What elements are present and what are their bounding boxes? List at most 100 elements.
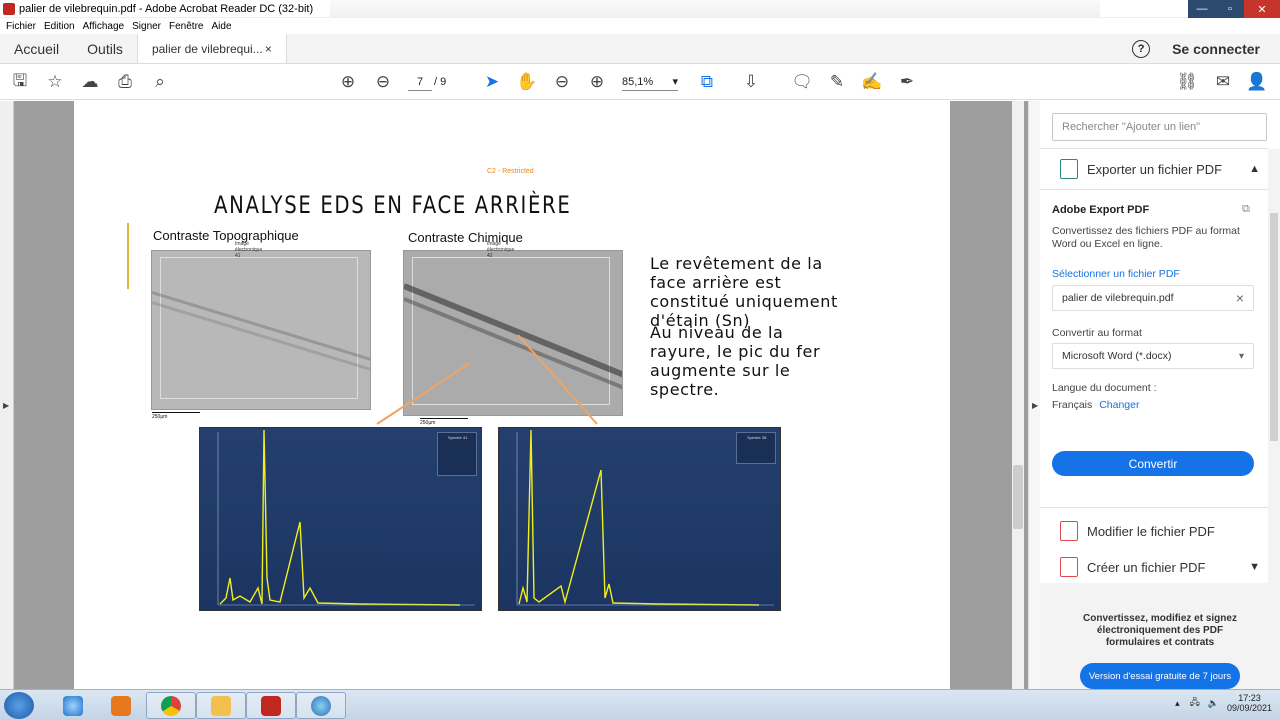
- document-scroll-thumb[interactable]: [1013, 465, 1023, 529]
- taskbar-app[interactable]: [296, 692, 346, 719]
- chevron-up-icon[interactable]: ▲: [1249, 163, 1260, 175]
- document-scrollbar[interactable]: [1012, 101, 1024, 689]
- close-window-button[interactable]: ✕: [1244, 0, 1280, 18]
- volume-icon[interactable]: 🔈: [1208, 698, 1219, 709]
- add-user-icon[interactable]: 👤: [1246, 71, 1268, 93]
- promo-text: Convertissez, modifiez et signez électro…: [1083, 613, 1237, 648]
- tab-document[interactable]: palier de vilebrequi... ×: [136, 34, 287, 63]
- doc-language-row: Français Changer: [1052, 399, 1139, 411]
- chevron-down-icon: ▾: [672, 76, 678, 88]
- previous-page-icon[interactable]: ⊕: [337, 71, 359, 93]
- help-icon[interactable]: ?: [1132, 39, 1151, 58]
- doc-language-value: Français: [1052, 399, 1093, 411]
- email-icon[interactable]: ✉: [1212, 71, 1234, 93]
- zoom-in-icon[interactable]: ⊕: [586, 71, 608, 93]
- zoom-out-icon[interactable]: ⊖: [551, 71, 573, 93]
- highlight-pen-icon[interactable]: ✎: [826, 71, 848, 93]
- start-button[interactable]: [4, 692, 34, 719]
- menu-fenetre[interactable]: Fenêtre: [169, 21, 203, 32]
- zoom-level-select[interactable]: 85,1% ▾: [622, 73, 678, 91]
- create-pdf-tool[interactable]: Créer un fichier PDF ▼: [1060, 557, 1260, 577]
- fit-page-icon[interactable]: ⧉: [696, 71, 718, 93]
- select-cursor-icon[interactable]: ➤: [481, 71, 503, 93]
- comment-icon[interactable]: 🗨: [791, 71, 813, 93]
- pointer-line-left: [376, 362, 471, 425]
- chevron-down-icon[interactable]: ▼: [1249, 561, 1260, 573]
- copy-icon[interactable]: ⧉: [1242, 203, 1250, 216]
- folder-icon: [211, 695, 231, 716]
- hand-tool-icon[interactable]: ✋: [516, 71, 538, 93]
- menu-edition[interactable]: Edition: [44, 21, 75, 32]
- select-file-link[interactable]: Sélectionner un fichier PDF: [1052, 268, 1180, 280]
- upload-cloud-icon[interactable]: ☁: [79, 71, 101, 93]
- tab-tools[interactable]: Outils: [73, 34, 137, 63]
- edit-pdf-label: Modifier le fichier PDF: [1087, 523, 1215, 539]
- convert-button[interactable]: Convertir: [1052, 451, 1254, 476]
- tab-home[interactable]: Accueil: [0, 34, 73, 63]
- menu-bar: Fichier Edition Affichage Signer Fenêtre…: [0, 18, 1280, 34]
- share-link-icon[interactable]: ⛓: [1176, 71, 1198, 93]
- convert-format-label: Convertir au format: [1052, 327, 1142, 339]
- window-title: palier de vilebrequin.pdf - Adobe Acroba…: [19, 2, 314, 15]
- current-page-input[interactable]: 7: [408, 73, 432, 91]
- network-icon[interactable]: 🖧: [1190, 695, 1200, 711]
- selected-file-field[interactable]: palier de vilebrequin.pdf ×: [1052, 285, 1254, 311]
- draw-icon[interactable]: ✍: [861, 71, 883, 93]
- spectrum-trace: [518, 429, 760, 606]
- bookmark-star-icon[interactable]: ☆: [44, 71, 66, 93]
- taskbar-explorer[interactable]: [196, 692, 246, 719]
- system-tray: ▴ 🖧 🔈 17:23 09/09/2021: [1175, 693, 1272, 713]
- tools-search-input[interactable]: Rechercher "Ajouter un lien": [1052, 113, 1267, 141]
- menu-signer[interactable]: Signer: [132, 21, 161, 32]
- print-icon[interactable]: ⎙: [114, 71, 136, 93]
- export-pdf-header[interactable]: Exporter un fichier PDF ▲: [1060, 159, 1260, 179]
- tools-pane-scrollbar[interactable]: [1268, 149, 1280, 583]
- collapse-pane-icon[interactable]: ▶: [1032, 401, 1038, 410]
- tab-document-label: palier de vilebrequi...: [151, 41, 263, 56]
- create-pdf-icon: [1060, 557, 1078, 577]
- maximize-button[interactable]: ▫: [1216, 0, 1244, 18]
- export-pdf-icon: [1060, 159, 1078, 179]
- paragraph-coating: Le revêtement de la face arrière est con…: [650, 254, 838, 330]
- clock[interactable]: 17:23 09/09/2021: [1227, 693, 1272, 713]
- format-select[interactable]: Microsoft Word (*.docx) ▾: [1052, 343, 1254, 369]
- media-player-icon: [111, 695, 131, 716]
- doc-language-label: Langue du document :: [1052, 382, 1157, 394]
- expand-left-icon[interactable]: ▶: [3, 401, 9, 410]
- eds-spectrum-right: Spectre 38: [498, 427, 781, 611]
- tools-pane: Rechercher "Ajouter un lien" Exporter un…: [1040, 101, 1280, 689]
- menu-fichier[interactable]: Fichier: [6, 21, 36, 32]
- spectrum-plot-right: [516, 429, 774, 606]
- menu-aide[interactable]: Aide: [211, 21, 231, 32]
- pane-splitter[interactable]: ▶: [1028, 101, 1040, 689]
- signin-button[interactable]: Se connecter: [1172, 41, 1260, 57]
- background-window-strip: [330, 0, 1100, 18]
- divider: [1040, 148, 1268, 149]
- acrobat-app-icon: [3, 2, 15, 15]
- taskbar-ie[interactable]: [48, 692, 98, 719]
- ie-icon: [63, 695, 83, 716]
- tools-pane-scroll-thumb[interactable]: [1270, 213, 1278, 441]
- tray-arrow-icon[interactable]: ▴: [1175, 698, 1180, 709]
- minimize-button[interactable]: —: [1188, 0, 1216, 18]
- menu-affichage[interactable]: Affichage: [83, 21, 125, 32]
- chevron-down-icon: ▾: [1238, 350, 1244, 362]
- clock-date: 09/09/2021: [1226, 703, 1272, 713]
- taskbar-chrome[interactable]: [146, 692, 196, 719]
- free-trial-button[interactable]: Version d'essai gratuite de 7 jours: [1080, 663, 1240, 689]
- next-page-icon[interactable]: ⊖: [372, 71, 394, 93]
- tab-close-icon[interactable]: ×: [265, 42, 272, 56]
- search-zoom-icon[interactable]: ⌕: [149, 71, 171, 93]
- save-icon[interactable]: 🖫: [9, 71, 31, 93]
- document-viewport[interactable]: ▶ C2 - Restricted ANALYSE EDS EN FACE AR…: [0, 101, 1028, 689]
- taskbar-media[interactable]: [96, 692, 146, 719]
- left-nav-strip[interactable]: ▶: [0, 101, 14, 689]
- change-language-link[interactable]: Changer: [1099, 399, 1139, 411]
- edit-pdf-tool[interactable]: Modifier le fichier PDF: [1060, 521, 1260, 541]
- adobe-export-title: Adobe Export PDF: [1052, 204, 1150, 216]
- taskbar-acrobat[interactable]: [246, 692, 296, 719]
- sign-icon[interactable]: ✒: [896, 71, 918, 93]
- scroll-mode-icon[interactable]: ⇩: [740, 71, 762, 93]
- remove-file-icon[interactable]: ×: [1236, 290, 1244, 306]
- zoom-level-value: 85,1%: [622, 75, 654, 88]
